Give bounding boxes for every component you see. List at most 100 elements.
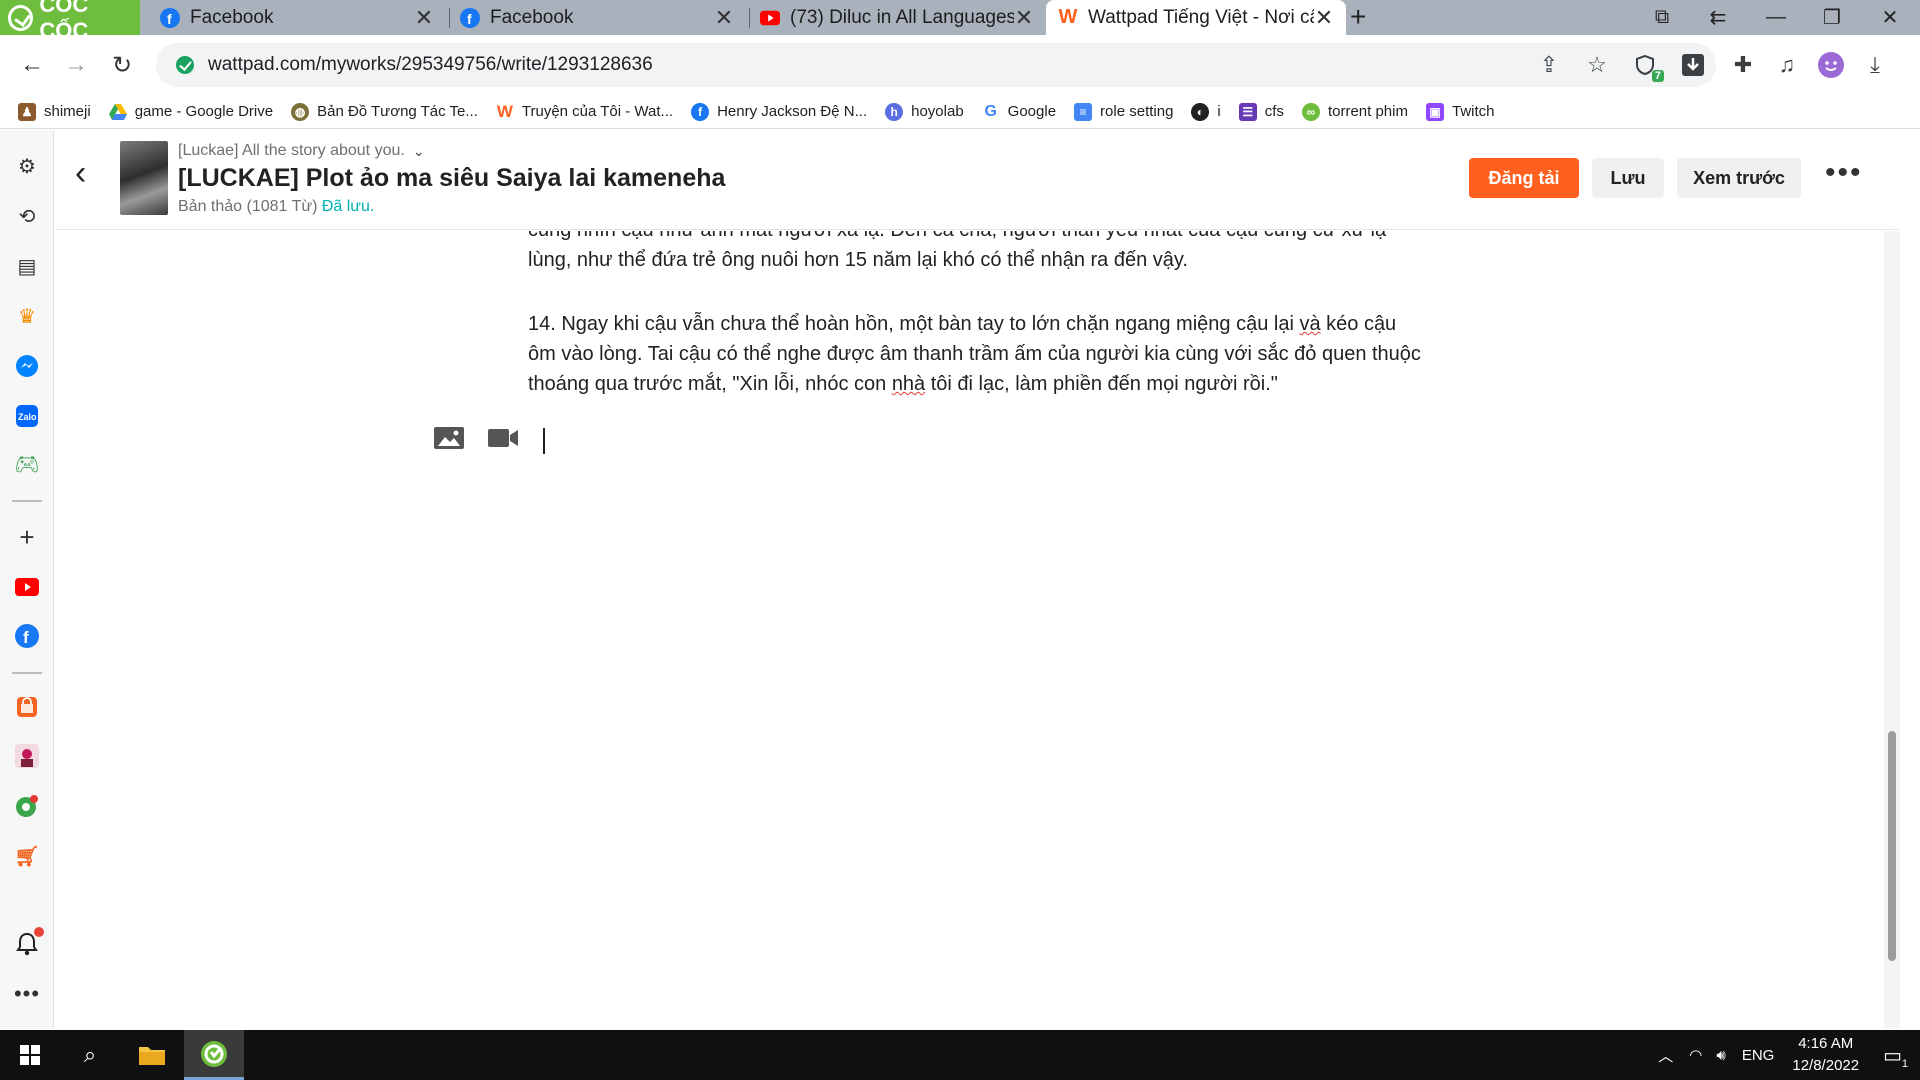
facebook-icon: f bbox=[160, 7, 180, 28]
back-button[interactable]: ← bbox=[14, 47, 50, 83]
tab-facebook-2[interactable]: f Facebook ✕ bbox=[448, 0, 746, 35]
shopee-bag-icon[interactable] bbox=[13, 693, 41, 721]
bookmark-google-drive[interactable]: game - Google Drive bbox=[108, 103, 273, 121]
gamepad-icon[interactable]: 🎮︎ bbox=[13, 450, 41, 478]
minimize-button[interactable]: — bbox=[1748, 0, 1804, 35]
editor-scrollbar[interactable] bbox=[1884, 231, 1900, 1029]
restore-button[interactable]: ❐ bbox=[1804, 0, 1860, 35]
bookmark-google[interactable]: G Google bbox=[982, 103, 1056, 121]
reading-list-icon[interactable]: ▤ bbox=[13, 252, 41, 280]
misspelled-word[interactable]: nhà bbox=[892, 373, 925, 395]
download-video-icon[interactable] bbox=[1680, 52, 1706, 78]
coccoc-menu-button[interactable]: CỐC CỐC bbox=[0, 0, 140, 43]
bookmark-facebook[interactable]: f Henry Jackson Đệ N... bbox=[691, 102, 867, 121]
action-center-icon[interactable]: ▭ 1 bbox=[1883, 1043, 1908, 1070]
close-tab-icon[interactable]: ✕ bbox=[1314, 5, 1334, 31]
history-icon[interactable]: ⟲ bbox=[13, 202, 41, 230]
reload-button[interactable]: ↻ bbox=[104, 47, 140, 83]
more-options-icon[interactable]: ••• bbox=[1825, 156, 1863, 190]
address-bar[interactable]: wattpad.com/myworks/295349756/write/1293… bbox=[156, 43, 1716, 87]
youtube-icon[interactable] bbox=[13, 573, 41, 601]
chevron-up-icon[interactable]: ︿ bbox=[1658, 1045, 1673, 1066]
clock[interactable]: 4:16 AM 12/8/2022 bbox=[1792, 1033, 1859, 1077]
bookmark-label: Twitch bbox=[1451, 103, 1495, 120]
tab-strip: CỐC CỐC f Facebook ✕ f Facebook ✕ (73) D… bbox=[0, 0, 1920, 43]
bookmark-i[interactable]: ◐ i bbox=[1191, 102, 1221, 121]
profile-avatar-icon[interactable] bbox=[1818, 52, 1844, 78]
back-chevron-icon[interactable]: ‹ bbox=[75, 154, 86, 193]
adblock-shield-icon[interactable]: 7 bbox=[1632, 52, 1664, 82]
misspelled-word[interactable]: và bbox=[1299, 313, 1320, 335]
notifications-bell-icon[interactable] bbox=[13, 927, 44, 958]
close-tab-icon[interactable]: ✕ bbox=[714, 5, 734, 31]
shimeji-icon: ♟ bbox=[18, 102, 36, 121]
tab-youtube[interactable]: (73) Diluc in All Languages! [... ✕ bbox=[748, 0, 1046, 35]
insert-image-icon[interactable] bbox=[433, 426, 465, 455]
share-icon[interactable]: ⇪ bbox=[1536, 52, 1562, 78]
new-tab-button[interactable]: + bbox=[1350, 0, 1366, 35]
add-sidebar-item-icon[interactable]: + bbox=[13, 522, 41, 552]
windows-start-icon[interactable] bbox=[0, 1030, 60, 1080]
downloads-icon[interactable]: ⤓ bbox=[1862, 52, 1888, 78]
secure-connection-icon[interactable] bbox=[176, 56, 194, 74]
zalo-icon[interactable]: Zalo bbox=[13, 402, 41, 430]
scrollbar-thumb[interactable] bbox=[1888, 731, 1896, 961]
file-explorer-icon[interactable] bbox=[122, 1030, 182, 1080]
forms-list-icon: ☰ bbox=[1238, 102, 1257, 121]
bookmark-cfs[interactable]: ☰ cfs bbox=[1238, 102, 1284, 121]
settings-gear-icon[interactable]: ⚙ bbox=[13, 152, 41, 180]
wattpad-icon: W bbox=[496, 101, 513, 121]
bookmark-shimeji[interactable]: ♟ shimeji bbox=[18, 102, 91, 121]
more-options-icon[interactable]: ••• bbox=[13, 980, 41, 1008]
chapter-title[interactable]: [LUCKAE] Plot ảo ma siêu Saiya lai kamen… bbox=[178, 164, 725, 193]
close-window-button[interactable]: ✕ bbox=[1862, 0, 1918, 35]
bookmark-role-setting[interactable]: ≡ role setting bbox=[1074, 102, 1173, 121]
google-drive-icon bbox=[108, 103, 127, 121]
story-paragraph[interactable]: cũng nhìn cậu như ánh mắt người xa lạ. Đ… bbox=[528, 231, 1428, 275]
extensions-puzzle-icon[interactable]: ✚ bbox=[1730, 52, 1756, 78]
tab-title: Wattpad Tiếng Việt - Nơi câu... bbox=[1088, 6, 1314, 28]
back-forward-cache-icon[interactable]: ⇇ bbox=[1690, 0, 1746, 35]
story-cover-image[interactable] bbox=[120, 141, 168, 215]
story-selector[interactable]: [Luckae] All the story about you. ⌄ bbox=[178, 142, 425, 160]
bookmark-torrent-phim[interactable]: ∞ torrent phim bbox=[1301, 102, 1408, 121]
tab-wattpad[interactable]: W Wattpad Tiếng Việt - Nơi câu... ✕ bbox=[1046, 0, 1346, 35]
map-globe-icon: ◍ bbox=[291, 102, 310, 121]
close-tab-icon[interactable]: ✕ bbox=[414, 5, 434, 31]
bookmark-label: Truyện của Tôi - Wat... bbox=[521, 103, 674, 120]
coccoc-taskbar-icon[interactable] bbox=[184, 1030, 244, 1080]
insert-video-icon[interactable] bbox=[487, 427, 519, 454]
bookmarks-bar: ♟ shimeji game - Google Drive ◍ Bản Đồ T… bbox=[0, 95, 1920, 129]
wifi-icon[interactable]: ◠ bbox=[1689, 1046, 1702, 1064]
crown-icon[interactable]: ♛ bbox=[13, 302, 41, 330]
svg-text:f: f bbox=[23, 628, 29, 647]
preview-button[interactable]: Xem trước bbox=[1677, 158, 1801, 198]
shop-cart-icon[interactable]: 🛒︎ bbox=[13, 842, 41, 870]
bookmark-map[interactable]: ◍ Bản Đồ Tương Tác Te... bbox=[291, 102, 478, 121]
tab-search-icon[interactable]: ⧉ bbox=[1634, 0, 1690, 35]
saved-status: Đã lưu. bbox=[321, 198, 375, 215]
volume-icon[interactable]: 🔊︎ bbox=[1716, 1047, 1725, 1064]
url-text[interactable]: wattpad.com/myworks/295349756/write/1293… bbox=[208, 54, 653, 76]
bookmark-wattpad[interactable]: W Truyện của Tôi - Wat... bbox=[496, 101, 674, 121]
football-game-icon[interactable] bbox=[13, 792, 41, 820]
hoyolab-icon: h bbox=[885, 102, 904, 121]
story-paragraph[interactable]: 14. Ngay khi cậu vẫn chưa thể hoàn hồn, … bbox=[528, 309, 1428, 399]
input-language[interactable]: ENG bbox=[1742, 1047, 1775, 1064]
close-tab-icon[interactable]: ✕ bbox=[1014, 5, 1034, 31]
twitch-icon: ▣ bbox=[1425, 102, 1444, 121]
story-editor[interactable]: cũng nhìn cậu như ánh mắt người xa lạ. Đ… bbox=[55, 231, 1900, 1029]
messenger-icon[interactable] bbox=[13, 352, 41, 380]
bookmark-star-icon[interactable]: ☆ bbox=[1584, 52, 1610, 78]
bookmark-hoyolab[interactable]: h hoyolab bbox=[885, 102, 964, 121]
save-button[interactable]: Lưu bbox=[1592, 158, 1664, 198]
tab-facebook-1[interactable]: f Facebook ✕ bbox=[148, 0, 446, 35]
publish-button[interactable]: Đăng tải bbox=[1469, 158, 1579, 198]
facebook-icon[interactable]: f bbox=[13, 622, 41, 650]
media-playlist-icon[interactable]: ♫ bbox=[1774, 52, 1800, 78]
chevron-down-icon: ⌄ bbox=[412, 142, 425, 159]
anime-avatar-icon[interactable] bbox=[13, 742, 41, 770]
forward-button[interactable]: → bbox=[58, 47, 94, 83]
bookmark-twitch[interactable]: ▣ Twitch bbox=[1425, 102, 1495, 121]
search-icon[interactable]: ⌕ bbox=[60, 1030, 120, 1080]
